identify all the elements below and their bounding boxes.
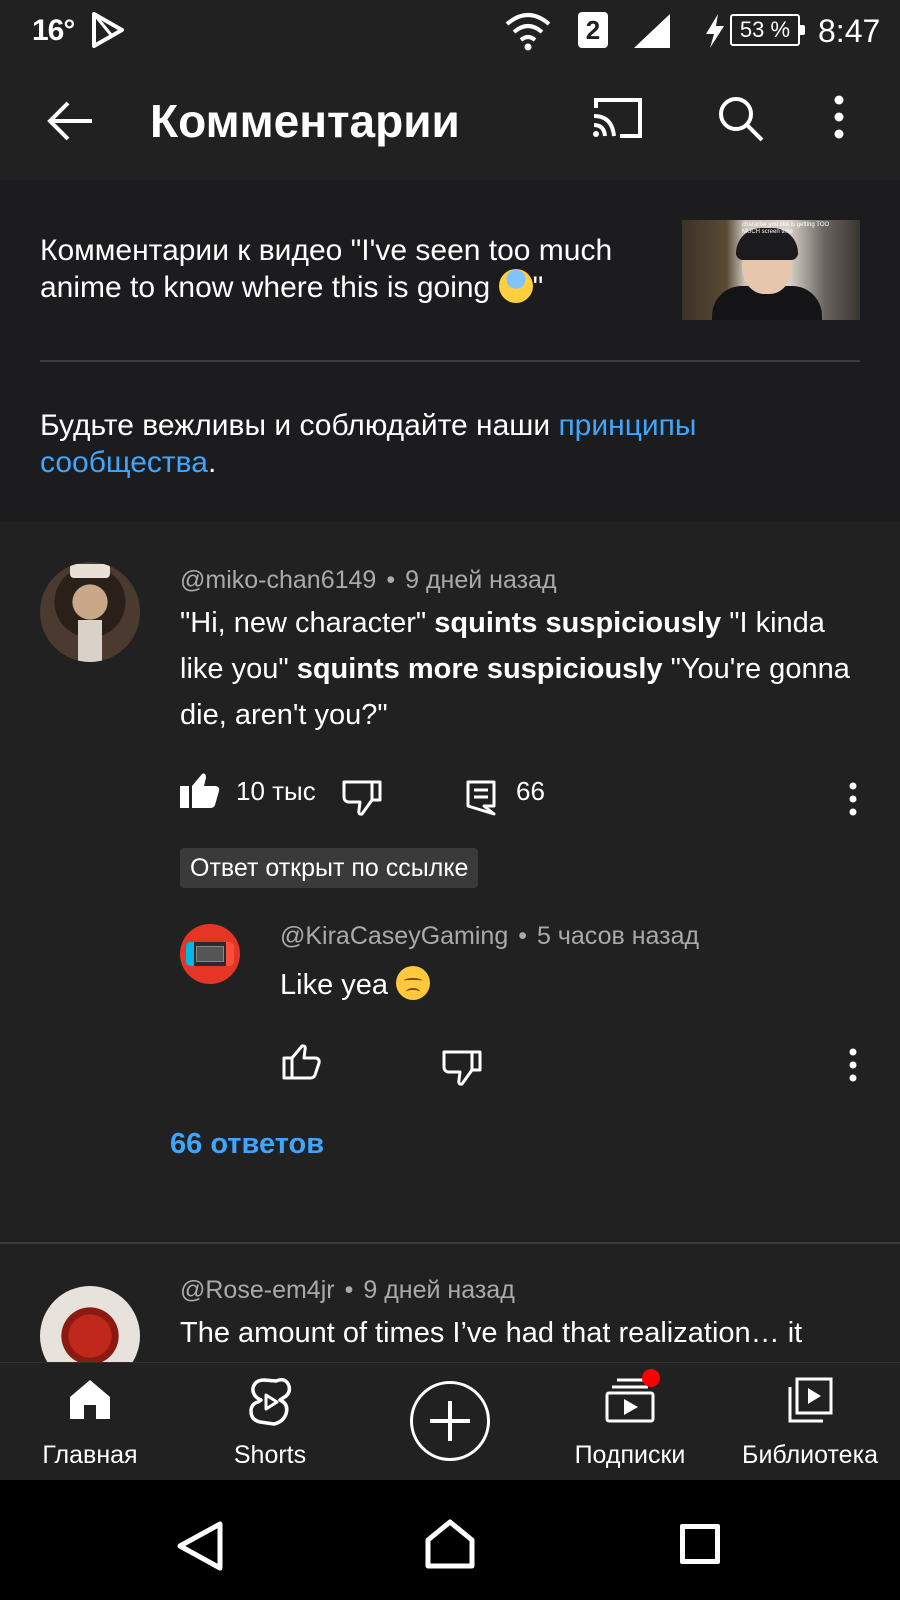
divider (0, 1242, 900, 1244)
page-title: Комментарии (150, 95, 460, 147)
plus-icon (430, 1401, 470, 1441)
comment-author[interactable]: @Rose-em4jr (180, 1276, 335, 1304)
comment-time: 9 дней назад (363, 1276, 515, 1304)
more-vert-icon[interactable] (832, 94, 846, 140)
sim-icon: 2 (578, 12, 608, 48)
reply-text: Like yea (280, 962, 870, 1008)
notification-dot (642, 1369, 660, 1387)
play-store-icon (92, 12, 124, 48)
community-guidelines-notice: Будьте вежливы и соблюдайте наши принцип… (40, 409, 697, 479)
nav-shorts[interactable]: Shorts (180, 1363, 360, 1481)
nav-library[interactable]: Библиотека (720, 1363, 900, 1481)
dislike-icon[interactable] (342, 780, 382, 816)
reply-meta: @KiraCaseyGaming • 5 часов назад (280, 922, 700, 950)
comments-info-panel: Комментарии к видео "I've seen too much … (0, 180, 900, 522)
dislike-icon[interactable] (442, 1050, 482, 1086)
nav-home[interactable]: Главная (0, 1363, 180, 1481)
wifi-icon (505, 13, 551, 51)
create-button[interactable] (410, 1381, 490, 1461)
signal-icon (634, 14, 670, 48)
comment-text: "Hi, new character" squints suspiciously… (180, 607, 850, 731)
video-thumbnail[interactable]: character you like is getting TOO MUCH s… (682, 220, 860, 320)
home-filled-icon (70, 1380, 110, 1419)
avatar[interactable] (40, 1286, 140, 1362)
system-navigation-bar (0, 1480, 900, 1600)
like-icon[interactable] (282, 1044, 322, 1080)
reply-icon[interactable] (466, 780, 496, 816)
comment-text: The amount of times I’ve had that realiz… (180, 1317, 803, 1349)
status-bar: 16° 2 53 % 8:47 (0, 0, 900, 62)
comment-meta: @miko-chan6149 • 9 дней назад (180, 566, 557, 594)
disappointed-face-emoji (396, 966, 431, 1000)
avatar[interactable] (40, 562, 140, 662)
clock: 8:47 (818, 13, 881, 49)
comment-author[interactable]: @miko-chan6149 (180, 566, 376, 594)
highlighted-reply-badge: Ответ открыт по ссылке (180, 848, 479, 888)
avatar[interactable] (180, 924, 240, 984)
cast-icon[interactable] (592, 96, 644, 140)
system-home-icon[interactable] (424, 1518, 476, 1570)
nav-shorts-label: Shorts (233, 1441, 307, 1469)
comments-list: @miko-chan6149 • 9 дней назад "Hi, new cha… (0, 522, 900, 1362)
fearful-face-emoji (498, 269, 533, 303)
nav-subscriptions-label: Подписки (574, 1441, 686, 1469)
nav-home-label: Главная (42, 1441, 138, 1469)
reply-more-icon[interactable] (848, 1048, 858, 1082)
system-back-icon[interactable] (176, 1520, 224, 1572)
comment-more-icon[interactable] (848, 782, 858, 816)
nav-subscriptions[interactable]: Подписки (540, 1363, 720, 1481)
charging-icon (706, 14, 724, 48)
reply-time: 5 часов назад (537, 922, 700, 950)
divider (40, 360, 860, 362)
system-recents-icon[interactable] (680, 1524, 720, 1564)
thumbnail-caption: character you like is getting TOO MUCH s… (742, 222, 830, 235)
comment-meta: @Rose-em4jr • 9 дней назад (180, 1276, 515, 1304)
back-arrow-icon[interactable] (46, 96, 96, 146)
shorts-icon (249, 1378, 292, 1426)
reply-author[interactable]: @KiraCaseyGaming (280, 922, 508, 950)
bottom-navigation: Главная Shorts Подписки Библиотека (0, 1362, 900, 1480)
app-header: Комментарии (0, 62, 900, 180)
nav-library-label: Библиотека (742, 1441, 878, 1469)
view-replies-link[interactable]: 66 ответов (170, 1128, 324, 1161)
library-icon (788, 1377, 833, 1423)
video-title[interactable]: Комментарии к видео "I've seen too much … (40, 232, 660, 306)
search-icon[interactable] (716, 94, 766, 144)
temperature-indicator: 16° (32, 14, 75, 47)
like-filled-icon[interactable] (180, 772, 220, 808)
battery-indicator: 53 % (730, 14, 805, 46)
like-count: 10 тыс (236, 776, 316, 806)
reply-count: 66 (516, 776, 545, 806)
comment-time: 9 дней назад (405, 566, 557, 594)
